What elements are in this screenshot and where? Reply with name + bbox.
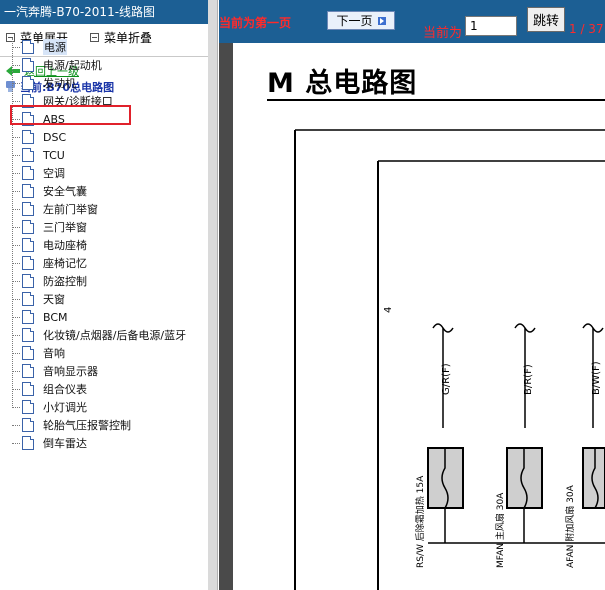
document-page: M 总电路图 4 G/R(F) RS/W 后除霜加热 15A B/R(F) MF… (233, 43, 605, 590)
document-icon (22, 292, 34, 306)
sidebar-item[interactable]: 左前门举窗 (0, 200, 208, 218)
page-number-input[interactable] (465, 16, 517, 36)
sidebar-item-list: 电源 电源/起动机 发动机 网关/诊断接口 ABS DSC TCU 空调 安全气囊 左前门举窗 三门… (0, 38, 208, 452)
sidebar-item[interactable]: 发动机 (0, 74, 208, 92)
document-icon (22, 346, 34, 360)
sidebar-header: 一汽奔腾-B70-2011-线路图 (0, 0, 208, 24)
sidebar-item-label: 组合仪表 (43, 383, 87, 396)
document-icon (22, 40, 34, 54)
sidebar-item-label: 防盗控制 (43, 275, 87, 288)
sidebar-item-label: 空调 (43, 167, 65, 180)
fuse-label: AFAN 附加风扇 30A (564, 484, 576, 568)
first-page-notice: 当前为第一页 (219, 16, 292, 30)
sidebar-item-label: 安全气囊 (43, 185, 87, 198)
sidebar-item[interactable]: TCU (0, 146, 208, 164)
sidebar-item[interactable]: 安全气囊 (0, 182, 208, 200)
document-icon (22, 202, 34, 216)
document-icon (22, 148, 34, 162)
sidebar-item-label: 电源/起动机 (43, 59, 102, 72)
sidebar-item[interactable]: 电源/起动机 (0, 56, 208, 74)
sidebar-item[interactable]: 倒车雷达 (0, 434, 208, 452)
jump-button[interactable]: 跳转 (527, 7, 565, 32)
sidebar-item-label: DSC (43, 130, 67, 144)
document-icon (22, 328, 34, 342)
sidebar-item[interactable]: 天窗 (0, 290, 208, 308)
diagram-side-number: 4 (383, 307, 394, 313)
sidebar-item-label: BCM (43, 310, 68, 324)
sidebar-item-label: 轮胎气压报警控制 (43, 419, 131, 432)
selection-highlight-box (10, 105, 131, 125)
document-icon (22, 58, 34, 72)
sidebar-item-label: 小灯调光 (43, 401, 87, 414)
sidebar-item-label: 天窗 (43, 293, 65, 306)
sidebar-item[interactable]: 电动座椅 (0, 236, 208, 254)
next-page-button[interactable]: 下一页 (327, 11, 395, 30)
sidebar-item[interactable]: 防盗控制 (0, 272, 208, 290)
sidebar-item-label: 座椅记忆 (43, 257, 87, 270)
frame-splitter[interactable] (208, 0, 218, 590)
circuit-diagram: 4 G/R(F) RS/W 后除霜加热 15A B/R(F) MFAN 主风扇 … (267, 99, 605, 590)
sidebar-item[interactable]: 组合仪表 (0, 380, 208, 398)
sidebar-panel: 一汽奔腾-B70-2011-线路图 菜单展开 菜单折叠 返回上一级 当前:B70… (0, 0, 209, 590)
document-icon (22, 184, 34, 198)
fuse-branch-3: B/W(F) AFAN 附加风扇 30A (564, 323, 605, 568)
sidebar-item-label: 化妆镜/点烟器/后备电源/蓝牙 (43, 329, 187, 342)
document-icon (22, 166, 34, 180)
document-icon (22, 436, 34, 450)
sidebar-item[interactable]: 音响显示器 (0, 362, 208, 380)
document-icon (22, 310, 34, 324)
document-icon (22, 220, 34, 234)
document-icon (22, 400, 34, 414)
document-viewer: M 总电路图 4 G/R(F) RS/W 后除霜加热 15A B/R(F) MF… (219, 43, 605, 590)
sidebar-item-label: TCU (43, 148, 65, 162)
sidebar-item[interactable]: 三门举窗 (0, 218, 208, 236)
current-page-label: 当前为 (423, 26, 463, 41)
document-icon (22, 418, 34, 432)
sidebar-item-label: 三门举窗 (43, 221, 87, 234)
wire-label: G/R(F) (441, 363, 452, 395)
fuse-branch-1: G/R(F) RS/W 后除霜加热 15A (414, 323, 464, 568)
sidebar-item[interactable]: 电源 (0, 38, 208, 56)
fuse-label: RS/W 后除霜加热 15A (414, 475, 426, 568)
sidebar-item-label: 电源 (43, 39, 67, 55)
sidebar-item-label: 音响 (43, 347, 65, 360)
sidebar-item-label: 发动机 (43, 77, 76, 90)
sidebar-item[interactable]: BCM (0, 308, 208, 326)
sidebar-item[interactable]: 化妆镜/点烟器/后备电源/蓝牙 (0, 326, 208, 344)
sidebar-item[interactable]: 空调 (0, 164, 208, 182)
sidebar-item[interactable]: 小灯调光 (0, 398, 208, 416)
document-icon (22, 256, 34, 270)
sidebar-item[interactable]: 音响 (0, 344, 208, 362)
page-toolbar: 当前为第一页 下一页 当前为 跳转 1 / 37 (219, 0, 605, 43)
sidebar-item-label: 音响显示器 (43, 365, 98, 378)
fuse-label: MFAN 主风扇 30A (494, 492, 506, 568)
sidebar-item-label: 倒车雷达 (43, 437, 87, 450)
fuse-branch-2: B/R(F) MFAN 主风扇 30A (494, 323, 543, 568)
sidebar-item-label: 电动座椅 (43, 239, 87, 252)
sidebar-item-label: 左前门举窗 (43, 203, 98, 216)
document-icon (22, 238, 34, 252)
sidebar-item[interactable]: DSC (0, 128, 208, 146)
document-icon (22, 76, 34, 90)
wire-label: B/W(F) (591, 361, 602, 395)
page-count: 1 / 37 (569, 22, 604, 36)
document-icon (22, 382, 34, 396)
sidebar-item[interactable]: 轮胎气压报警控制 (0, 416, 208, 434)
next-arrow-icon (377, 16, 386, 25)
document-icon (22, 364, 34, 378)
document-icon (22, 274, 34, 288)
wire-label: B/R(F) (523, 364, 534, 395)
sidebar-item[interactable]: 座椅记忆 (0, 254, 208, 272)
document-icon (22, 130, 34, 144)
